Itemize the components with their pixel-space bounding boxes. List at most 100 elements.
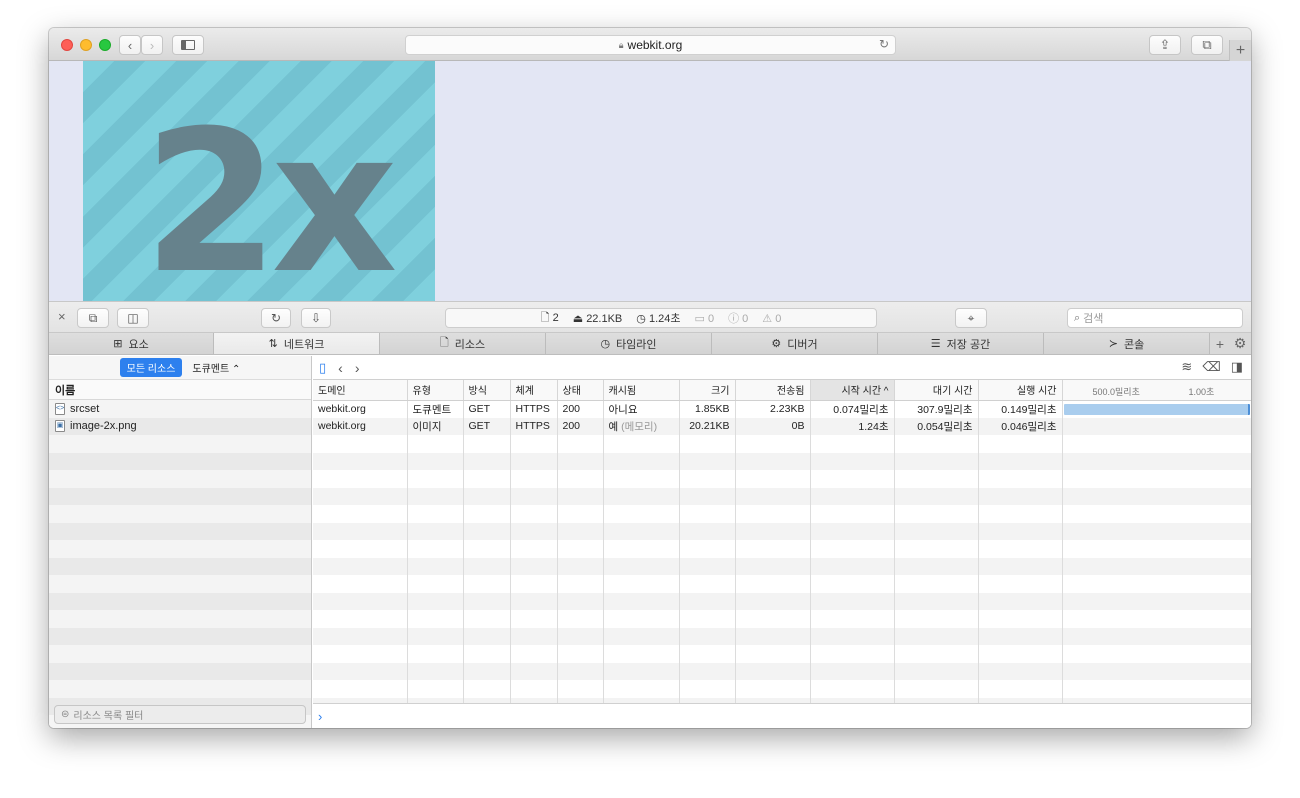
tabs-overview-button[interactable]: ⧉ (1191, 35, 1223, 55)
empty-cell (510, 487, 558, 505)
list-item[interactable]: ▣ image-2x.png (49, 417, 311, 435)
dashboard[interactable]: 🗋 2 ⏏ 22.1KB ◷ 1.24초 ▭ 0 ⓘ 0 ⚠︎ 0 (445, 308, 877, 328)
empty-cell (557, 575, 604, 593)
empty-cell (1062, 575, 1251, 593)
dock-side-button[interactable]: ◫ (117, 308, 149, 328)
empty-cell (894, 557, 979, 575)
empty-cell (407, 452, 464, 470)
scheme-cell: HTTPS (510, 400, 558, 418)
resource-filter-input[interactable]: ⊜ 리소스 목록 필터 (54, 705, 306, 724)
document-select[interactable]: 도큐멘트 ⌃ (192, 360, 240, 375)
tab-timelines[interactable]: ◷ 타임라인 (546, 333, 712, 354)
settings-button[interactable]: ⚙ (1230, 333, 1250, 354)
empty-cell (679, 680, 736, 698)
add-tab-button[interactable]: + (1210, 333, 1230, 354)
error-icon: ⓘ (728, 313, 740, 325)
empty-cell (894, 452, 979, 470)
empty-list-item (49, 435, 311, 453)
transferred-cell: 2.23KB (735, 400, 811, 418)
minimize-window-button[interactable] (80, 39, 92, 51)
column-header[interactable]: 크기 (679, 380, 736, 401)
empty-cell (510, 452, 558, 470)
new-tab-button[interactable]: + (1229, 40, 1251, 61)
forward-button[interactable]: › (141, 35, 163, 55)
empty-cell (557, 540, 604, 558)
url-text: webkit.org (627, 38, 683, 52)
tab-network[interactable]: ⇅ 네트워크 (214, 333, 380, 354)
clear-log-icon[interactable]: ⌫ (1202, 359, 1220, 375)
download-archive-button[interactable]: ⇩ (301, 308, 331, 328)
empty-cell (603, 470, 680, 488)
debugger-icon: ⚙ (771, 338, 782, 350)
share-button[interactable]: ⇪ (1149, 35, 1181, 55)
empty-cell (313, 540, 408, 558)
reload-icon[interactable]: ↻ (879, 37, 889, 51)
column-header[interactable]: 유형 (407, 380, 464, 401)
document-file-icon: <> (55, 402, 65, 415)
column-header[interactable]: 전송됨 (735, 380, 811, 401)
console-prompt[interactable]: › (313, 703, 1251, 728)
column-header[interactable]: 체계 (510, 380, 558, 401)
empty-cell (810, 610, 895, 628)
tab-resources[interactable]: 🗋 리소스 (380, 333, 546, 354)
all-resources-button[interactable]: 모든 리소스 (119, 358, 183, 377)
empty-cell (894, 540, 979, 558)
empty-cell (978, 592, 1063, 610)
empty-cell (894, 645, 979, 663)
tab-debugger[interactable]: ⚙ 디버거 (712, 333, 878, 354)
column-header[interactable]: 도메인 (313, 380, 408, 401)
disable-cache-icon[interactable]: ≋ (1181, 359, 1192, 375)
tab-label: 리소스 (454, 338, 486, 351)
column-header[interactable]: 대기 시간 (894, 380, 979, 401)
sidebar-toggle-button[interactable] (172, 35, 204, 55)
tab-console[interactable]: ≻ 콘솔 (1044, 333, 1210, 354)
address-bar[interactable]: 🔒︎ webkit.org ↻ (405, 35, 896, 55)
empty-cell (810, 487, 895, 505)
waterfall-header[interactable]: 500.0밀리초 1.00초 (1062, 380, 1251, 401)
method-cell: GET (463, 417, 511, 435)
empty-cell (978, 452, 1063, 470)
empty-cell (463, 522, 511, 540)
column-header[interactable]: 실행 시간 (978, 380, 1063, 401)
empty-cell (894, 592, 979, 610)
waterfall-tick: 1.00초 (1188, 387, 1215, 397)
close-inspector-icon[interactable]: × (58, 309, 66, 324)
close-window-button[interactable] (61, 39, 73, 51)
empty-list-item (49, 452, 311, 470)
sidebar-toggle-icon[interactable]: ▯ (319, 360, 326, 376)
empty-list-item (49, 522, 311, 540)
column-header[interactable]: 방식 (463, 380, 511, 401)
name-column-header[interactable]: 이름 (49, 380, 311, 400)
table-row[interactable]: webkit.org 도큐멘트 GET HTTPS 200 아니요 1.85KB… (313, 400, 1251, 418)
column-header[interactable]: 캐시됨 (603, 380, 680, 401)
empty-cell (557, 435, 604, 453)
empty-cell (407, 487, 464, 505)
empty-cell (603, 557, 680, 575)
chevron-right-icon[interactable]: › (355, 360, 360, 376)
column-header[interactable]: 상태 (557, 380, 604, 401)
tab-elements[interactable]: ⊞ 요소 (49, 333, 214, 354)
list-item[interactable]: <> srcset (49, 400, 311, 418)
dock-side-icon: ◫ (127, 311, 139, 325)
search-input[interactable]: ⌕ 검색 (1067, 308, 1243, 328)
column-header-sorted[interactable]: 시작 시간 ^ (810, 380, 895, 401)
resource-count-value: 2 (552, 311, 559, 324)
empty-cell (603, 487, 680, 505)
empty-cell (978, 557, 1063, 575)
zoom-window-button[interactable] (99, 39, 111, 51)
reload-page-button[interactable]: ↻ (261, 308, 291, 328)
download-icon: ⇩ (310, 311, 322, 325)
empty-cell (978, 470, 1063, 488)
empty-list-item (49, 575, 311, 593)
crosshair-icon: ⌖ (967, 310, 975, 325)
empty-table-row (313, 557, 1251, 575)
tab-storage[interactable]: ☰ 저장 공간 (878, 333, 1044, 354)
empty-cell (313, 610, 408, 628)
chevron-left-icon[interactable]: ‹ (338, 360, 343, 376)
table-row[interactable]: webkit.org 이미지 GET HTTPS 200 예 (메모리) 20.… (313, 417, 1251, 435)
detach-button[interactable]: ⧉ (77, 308, 109, 328)
empty-cell (679, 627, 736, 645)
back-button[interactable]: ‹ (119, 35, 141, 55)
inspect-element-button[interactable]: ⌖ (955, 308, 987, 328)
details-panel-icon[interactable]: ◨ (1231, 359, 1243, 375)
